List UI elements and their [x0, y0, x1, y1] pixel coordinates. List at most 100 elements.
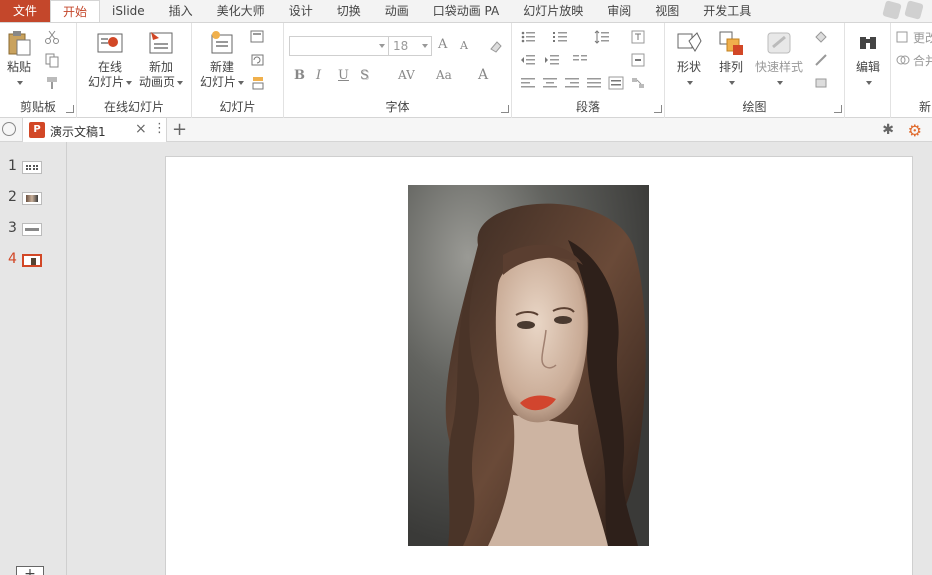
group-label-slides: 幻灯片 [219, 100, 256, 114]
thumbnail-preview [22, 192, 42, 205]
char-spacing-button[interactable]: AV [398, 68, 415, 82]
clear-format-icon[interactable] [488, 39, 504, 55]
merge-icon[interactable] [895, 52, 911, 68]
paste-button[interactable]: 粘贴 [4, 29, 34, 90]
add-slide-button[interactable]: + [16, 566, 44, 575]
line-spacing-icon[interactable] [594, 29, 610, 45]
layout-icon[interactable] [250, 29, 266, 45]
shape-effects-icon[interactable] [813, 75, 829, 91]
slide[interactable] [165, 156, 913, 575]
online-slides-label-2: 幻灯片 [87, 75, 124, 89]
new-animation-label-2: 动画页 [138, 75, 175, 89]
font-name-input[interactable] [289, 36, 389, 56]
paragraph-launcher-icon[interactable] [654, 105, 662, 113]
slide-thumbnail[interactable]: 1 [0, 156, 67, 178]
new-slide-label-2: 幻灯片 [199, 75, 236, 89]
drawing-launcher-icon[interactable] [834, 105, 842, 113]
powerpoint-icon: P [29, 122, 45, 138]
align-text-icon[interactable] [630, 52, 646, 68]
arrange-button[interactable]: 排列 [713, 29, 749, 90]
merge-label[interactable]: 合并 [913, 52, 932, 69]
section-icon[interactable] [250, 75, 266, 91]
magic-wand-icon[interactable]: ✱ [882, 122, 894, 138]
font-size-value: 18 [393, 39, 409, 53]
gear-icon[interactable]: ⚙ [908, 121, 922, 140]
decrease-indent-icon[interactable] [520, 52, 536, 68]
italic-button[interactable]: I [316, 68, 321, 83]
document-tab[interactable]: P 演示文稿1 × ⋮ [22, 118, 167, 142]
change-label[interactable]: 更改 [913, 29, 932, 46]
quick-styles-button[interactable]: 快速样式 [753, 29, 805, 90]
group-label-font: 字体 [385, 100, 410, 114]
new-slide-button[interactable]: 新建 幻灯片 [198, 29, 246, 90]
bullets-icon[interactable] [520, 29, 536, 45]
tab-home[interactable]: 开始 [50, 0, 101, 22]
more-icon[interactable]: ⋮ [153, 121, 166, 136]
tab-islide[interactable]: iSlide [100, 0, 157, 22]
portrait-photo[interactable] [408, 185, 649, 546]
font-launcher-icon[interactable] [501, 105, 509, 113]
thumbnail-content [31, 258, 36, 265]
shape-outline-icon[interactable] [813, 52, 829, 68]
tab-beautify[interactable]: 美化大师 [205, 0, 277, 22]
clipboard-launcher-icon[interactable] [66, 105, 74, 113]
align-left-icon[interactable] [520, 75, 536, 91]
justify-icon[interactable] [586, 75, 602, 91]
smartart-icon[interactable] [630, 75, 646, 91]
cut-icon[interactable] [44, 29, 60, 45]
shapes-label: 形状 [676, 60, 701, 74]
online-slides-button[interactable]: 在线 幻灯片 [83, 29, 137, 90]
deco-icon [904, 0, 924, 20]
change-case-button[interactable]: Aa [436, 68, 452, 82]
align-center-icon[interactable] [542, 75, 558, 91]
home-circle-icon[interactable] [2, 122, 16, 136]
distributed-icon[interactable] [608, 75, 624, 91]
tab-file[interactable]: 文件 [0, 0, 51, 22]
shapes-button[interactable]: 形状 [671, 29, 707, 90]
tab-review[interactable]: 审阅 [595, 0, 643, 22]
reset-icon[interactable] [250, 52, 266, 68]
bold-button[interactable]: B [294, 68, 305, 83]
align-right-icon[interactable] [564, 75, 580, 91]
thumbnail-content [25, 228, 39, 231]
chevron-down-icon [729, 80, 735, 85]
portrait-image [408, 185, 649, 546]
tab-design[interactable]: 设计 [277, 0, 325, 22]
slide-number: 1 [8, 158, 17, 174]
new-animation-page-button[interactable]: 新加 动画页 [137, 29, 185, 90]
numbering-icon[interactable] [552, 29, 568, 45]
underline-button[interactable]: U [338, 68, 349, 83]
columns-icon[interactable] [572, 52, 588, 68]
slide-thumbnail-active[interactable]: 4 [0, 249, 67, 271]
edit-button[interactable]: 编辑 [851, 29, 885, 90]
tab-slideshow[interactable]: 幻灯片放映 [511, 0, 595, 22]
close-icon[interactable]: × [135, 121, 147, 137]
change-icon[interactable] [895, 29, 911, 45]
new-tab-icon[interactable]: + [172, 119, 187, 140]
chevron-down-icon [126, 80, 132, 85]
copy-icon[interactable] [44, 52, 60, 68]
group-online-slides: 在线 幻灯片 新加 动画页 在线幻灯片 [77, 23, 192, 118]
tab-view[interactable]: 视图 [643, 0, 691, 22]
font-size-input[interactable]: 18 [388, 36, 432, 56]
shadow-button[interactable]: S [360, 68, 369, 83]
format-painter-icon[interactable] [44, 75, 60, 91]
tab-transitions[interactable]: 切换 [325, 0, 373, 22]
slide-thumbnail[interactable]: 2 [0, 187, 67, 209]
group-label-drawing: 绘图 [742, 100, 767, 114]
tab-developer[interactable]: 开发工具 [691, 0, 763, 22]
font-color-button[interactable]: A [478, 67, 488, 83]
shape-fill-icon[interactable] [813, 29, 829, 45]
tab-animations[interactable]: 动画 [373, 0, 421, 22]
decoration-icons [882, 0, 924, 20]
increase-indent-icon[interactable] [544, 52, 560, 68]
tab-pocket-animation[interactable]: 口袋动画 PA [421, 0, 512, 22]
tab-insert[interactable]: 插入 [157, 0, 205, 22]
group-paragraph: 段落 [512, 23, 665, 118]
slide-number: 4 [8, 251, 17, 267]
slide-thumbnail[interactable]: 3 [0, 218, 67, 240]
slides-pane: 1 2 3 4 + [0, 142, 67, 575]
grow-font-button[interactable]: A [438, 37, 447, 52]
shrink-font-button[interactable]: A [460, 39, 468, 52]
text-direction-icon[interactable] [630, 29, 646, 45]
